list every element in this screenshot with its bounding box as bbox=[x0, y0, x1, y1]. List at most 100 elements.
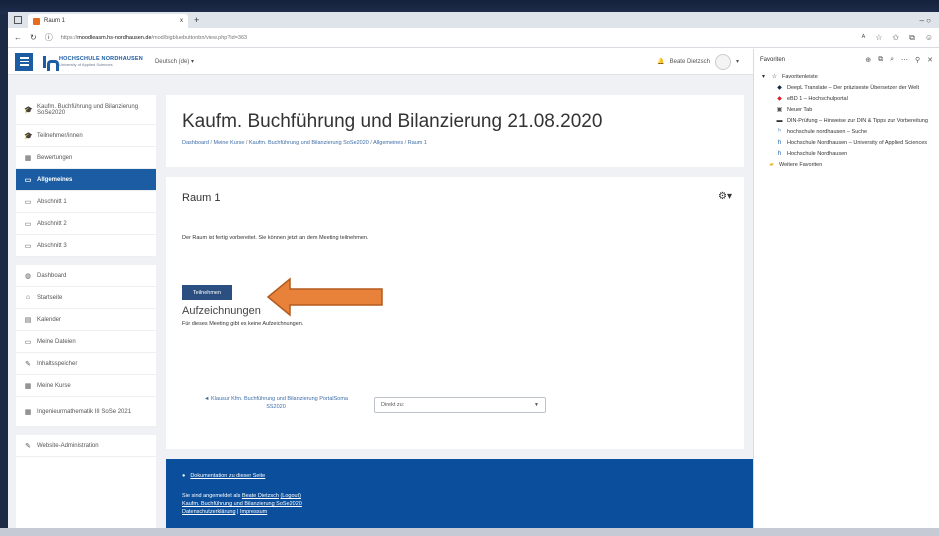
university-logo[interactable]: HOCHSCHULE NORDHAUSEN University of Appl… bbox=[41, 55, 143, 71]
footer-course-link[interactable]: Kaufm. Buchführung und Bilanzierung SoSe… bbox=[182, 501, 302, 507]
taskbar bbox=[0, 528, 939, 536]
tab-raum-1[interactable]: Raum 1 x bbox=[28, 14, 188, 28]
table-icon: ▦ bbox=[24, 154, 32, 162]
annotation-arrow-icon bbox=[266, 277, 383, 317]
breadcrumb-meine-kurse[interactable]: Meine Kurse bbox=[214, 140, 245, 146]
folder-icon: ▰ bbox=[769, 162, 774, 168]
favorite-label: Neuer Tab bbox=[787, 106, 813, 113]
logo-line-1: HOCHSCHULE NORDHAUSEN bbox=[59, 55, 143, 62]
favorite-item[interactable]: ▬ DIN-Prüfung – Hinweise zur DIN & Tipps … bbox=[754, 115, 939, 126]
sidebar-item-label: Meine Dateien bbox=[37, 338, 76, 345]
menu-toggle-button[interactable] bbox=[15, 52, 33, 71]
room-title: Raum 1 bbox=[182, 192, 221, 204]
expand-icon: ▾ bbox=[761, 74, 765, 80]
other-favorites-folder[interactable]: ▰ Weitere Favoriten bbox=[754, 159, 939, 170]
logout-link[interactable]: (Logout) bbox=[280, 493, 301, 499]
info-icon: ● bbox=[182, 473, 186, 479]
sidebar-item-website-admin[interactable]: ✎ Website-Administration bbox=[16, 435, 156, 457]
other-favorites-label: Weitere Favoriten bbox=[779, 161, 823, 168]
pin-icon[interactable]: ⚲ bbox=[915, 56, 920, 64]
recordings-empty-text: Für dieses Meeting gibt es keine Aufzeic… bbox=[182, 321, 304, 327]
graduation-cap-icon: 🎓 bbox=[24, 106, 33, 114]
favorite-item[interactable]: ◆ DeepL Translate – Der präziseste Überse… bbox=[754, 82, 939, 93]
favorites-icon[interactable]: ✩ bbox=[892, 33, 899, 43]
file-icon: ▭ bbox=[24, 338, 32, 346]
home-icon: ⌂ bbox=[25, 294, 31, 301]
search-icon[interactable]: ⌕ bbox=[890, 56, 894, 64]
window-controls[interactable]: – ○ bbox=[919, 16, 931, 25]
sidebar-item-startseite[interactable]: ⌂ Startseite bbox=[16, 287, 156, 309]
imprint-link[interactable]: Impressum bbox=[240, 509, 267, 515]
sidebar-item-label: Abschnitt 3 bbox=[37, 242, 67, 249]
language-menu[interactable]: Deutsch (de) ▾ bbox=[155, 58, 194, 65]
documentation-link[interactable]: Dokumentation zu dieser Seite bbox=[190, 473, 265, 481]
sidebar-item-meine-dateien[interactable]: ▭ Meine Dateien bbox=[16, 331, 156, 353]
courses-icon: ▦ bbox=[24, 382, 32, 390]
sidebar-item-label: Inhaltsspeicher bbox=[37, 360, 78, 367]
sidebar-item-label: Teilnehmer/innen bbox=[37, 132, 83, 139]
join-button[interactable]: Teilnehmen bbox=[182, 285, 232, 300]
star-icon[interactable]: ☆ bbox=[875, 33, 882, 43]
sidebar-item-label: Dashboard bbox=[37, 272, 67, 279]
sidebar-item-participants[interactable]: 🎓 Teilnehmer/innen bbox=[16, 125, 156, 147]
sidebar-item-course[interactable]: 🎓 Kaufm. Buchführung und Bilanzierung SoS… bbox=[16, 95, 156, 125]
logged-in-user-link[interactable]: Beate Dietzsch bbox=[242, 493, 279, 499]
sidebar-item-dashboard[interactable]: ◍ Dashboard bbox=[16, 265, 156, 287]
sidebar-item-kalender[interactable]: ▤ Kalender bbox=[16, 309, 156, 331]
page-title: Kaufm. Buchführung und Bilanzierung 21.0… bbox=[182, 111, 603, 132]
favorite-item[interactable]: ▣ Neuer Tab bbox=[754, 104, 939, 115]
new-tab-icon: ▣ bbox=[776, 107, 783, 113]
deepl-icon: ◆ bbox=[777, 85, 782, 91]
info-icon[interactable]: ⓘ bbox=[45, 32, 53, 43]
profile-icon[interactable]: ☺ bbox=[925, 33, 933, 43]
breadcrumb-raum-1[interactable]: Raum 1 bbox=[408, 140, 427, 146]
dashboard-icon: ◍ bbox=[24, 272, 32, 280]
refresh-icon[interactable]: ↻ bbox=[30, 33, 37, 42]
add-folder-icon[interactable]: ⧉ bbox=[878, 56, 883, 64]
favorite-item[interactable]: ◆ eBD 1 – Hochschulportal bbox=[754, 93, 939, 104]
close-icon[interactable]: x bbox=[180, 18, 183, 24]
new-tab-button[interactable]: + bbox=[194, 15, 199, 25]
breadcrumb-allgemeines[interactable]: Allgemeines bbox=[373, 140, 403, 146]
previous-activity-link[interactable]: ◄ Klausur Kfm. Buchführung und Bilanzier… bbox=[196, 395, 356, 411]
favorite-item[interactable]: h Hochschule Nordhausen bbox=[754, 148, 939, 159]
hochschule-icon: h bbox=[777, 150, 782, 157]
sidebar-item-allgemeines[interactable]: ▭ Allgemeines bbox=[16, 169, 156, 191]
address-bar: ← ↻ ⓘ https://moodleasm.hs-nordhausen.de… bbox=[8, 28, 939, 48]
sidebar-item-meine-kurse[interactable]: ▦ Meine Kurse bbox=[16, 375, 156, 397]
moodle-favicon-icon bbox=[33, 17, 40, 25]
close-icon[interactable]: ✕ bbox=[927, 56, 933, 64]
bell-icon[interactable]: 🔔 bbox=[657, 58, 664, 65]
sidebar-item-ingenieurmathematik[interactable]: ▦ Ingenieurmathematik III SoSe 2021 bbox=[16, 397, 156, 427]
privacy-link[interactable]: Datenschutzerklärung bbox=[182, 509, 236, 515]
sidebar-item-abschnitt-2[interactable]: ▭ Abschnitt 2 bbox=[16, 213, 156, 235]
user-menu[interactable]: 🔔 Beate Dietzsch ▾ bbox=[657, 53, 739, 70]
favorites-bar-folder[interactable]: ▾ ☆ Favoritenleiste bbox=[754, 71, 939, 82]
breadcrumb-dashboard[interactable]: Dashboard bbox=[182, 140, 209, 146]
sidebar-item-grades[interactable]: ▦ Bewertungen bbox=[16, 147, 156, 169]
hochschule-icon: h bbox=[777, 139, 782, 146]
breadcrumb-course[interactable]: Kaufm. Buchführung und Bilanzierung SoSe… bbox=[249, 140, 369, 146]
sidebar-divider bbox=[16, 257, 156, 265]
wrench-icon: ✎ bbox=[25, 442, 31, 450]
tab-actions-icon[interactable] bbox=[14, 16, 22, 24]
favorite-label: DeepL Translate – Der präziseste Überset… bbox=[787, 84, 920, 91]
collections-icon[interactable]: ⧉ bbox=[909, 33, 915, 43]
avatar bbox=[714, 53, 731, 70]
read-aloud-icon[interactable]: ᴬ bbox=[862, 33, 866, 43]
favorite-item[interactable]: ʰ hochschule nordhausen – Suche bbox=[754, 126, 939, 137]
back-arrow-icon[interactable]: ← bbox=[14, 33, 22, 42]
favorites-bar-label: Favoritenleiste bbox=[782, 73, 818, 80]
favorite-label: Hochschule Nordhausen – University of Ap… bbox=[787, 139, 928, 146]
favorite-item[interactable]: h Hochschule Nordhausen – University of A… bbox=[754, 137, 939, 148]
jump-to-select[interactable]: Direkt zu: ▼ bbox=[374, 397, 546, 413]
recordings-title: Aufzeichnungen bbox=[182, 305, 261, 317]
gear-icon[interactable]: ⚙▾ bbox=[718, 191, 732, 202]
more-icon[interactable]: ⋯ bbox=[901, 56, 908, 64]
sidebar-item-abschnitt-1[interactable]: ▭ Abschnitt 1 bbox=[16, 191, 156, 213]
user-name: Beate Dietzsch bbox=[669, 58, 710, 65]
sidebar-item-inhaltsspeicher[interactable]: ✎ Inhaltsspeicher bbox=[16, 353, 156, 375]
sidebar-item-abschnitt-3[interactable]: ▭ Abschnitt 3 bbox=[16, 235, 156, 257]
url-field[interactable]: https://moodleasm.hs-nordhausen.de/mod/b… bbox=[61, 35, 247, 41]
add-favorite-icon[interactable]: ⊕ bbox=[865, 56, 871, 64]
